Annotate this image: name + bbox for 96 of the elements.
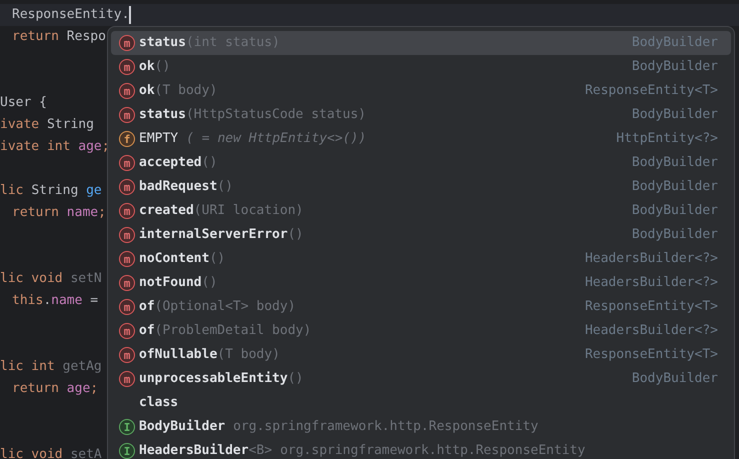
completion-name: created	[139, 202, 194, 220]
completion-item[interactable]: f EMPTY ( = new HttpEntity<>()) HttpEntity<?>	[111, 127, 731, 151]
return-type: BodyBuilder	[632, 202, 718, 220]
completion-item[interactable]: m of(ProblemDetail body) HeadersBuilder<?>	[111, 319, 731, 343]
completion-name: internalServerError	[139, 226, 288, 244]
package-path: org.springframework.http.ResponseEntity	[233, 418, 538, 436]
return-type: BodyBuilder	[632, 178, 718, 196]
field-icon: f	[119, 131, 135, 147]
return-type: HeadersBuilder<?>	[584, 250, 718, 268]
parameter-list: (URI location)	[194, 201, 304, 221]
parameter-list: ()	[202, 273, 218, 293]
package-path: org.springframework.http.ResponseEntity	[280, 442, 586, 459]
completion-name: of	[139, 322, 155, 340]
completion-item[interactable]: m unprocessableEntity() BodyBuilder	[111, 367, 731, 391]
type-parameter: <B>	[248, 442, 272, 459]
completion-item[interactable]: m ok(T body) ResponseEntity<T>	[111, 79, 731, 103]
completion-item[interactable]: I BodyBuilder org.springframework.http.ResponseEntity	[111, 415, 731, 439]
code-line: return name;	[12, 204, 106, 222]
return-type: BodyBuilder	[632, 58, 718, 76]
interface-icon: I	[119, 443, 135, 459]
completion-name: ofNullable	[139, 346, 218, 364]
completion-item[interactable]: m internalServerError() BodyBuilder	[111, 223, 731, 247]
method-icon: m	[119, 227, 135, 243]
completion-item[interactable]: m badRequest() BodyBuilder	[111, 175, 731, 199]
method-icon: m	[119, 59, 135, 75]
code-line: lic int getAg	[0, 358, 102, 376]
return-type: BodyBuilder	[632, 106, 718, 124]
completion-item[interactable]: m accepted() BodyBuilder	[111, 151, 731, 175]
method-icon: m	[119, 299, 135, 315]
code-line: User {	[0, 94, 47, 112]
completion-item[interactable]: I HeadersBuilder<B> org.springframework.http.ResponseEntity	[111, 439, 731, 459]
return-type: ResponseEntity<T>	[584, 298, 718, 316]
parameter-list: ()	[209, 249, 226, 269]
completion-name: class	[139, 394, 178, 412]
completion-name: HeadersBuilder	[139, 442, 249, 459]
return-type: BodyBuilder	[632, 226, 718, 244]
completion-name: ok	[139, 82, 155, 100]
method-icon: m	[119, 275, 135, 291]
method-icon: m	[119, 179, 135, 195]
method-icon: m	[119, 107, 135, 123]
parameter-list: ()	[202, 153, 218, 173]
completion-item[interactable]: m ok() BodyBuilder	[111, 55, 731, 79]
parameter-list: (T body)	[217, 345, 280, 365]
return-type: HttpEntity<?>	[616, 130, 718, 148]
completion-name: ok	[139, 58, 155, 76]
completion-name: status	[139, 34, 186, 52]
completion-name: BodyBuilder	[139, 418, 226, 436]
completion-name: noContent	[139, 250, 210, 268]
completion-item[interactable]: m created(URI location) BodyBuilder	[111, 199, 731, 223]
parameter-list: (T body)	[154, 81, 218, 101]
parameter-list: (Optional<T> body)	[154, 297, 296, 317]
method-icon: m	[119, 251, 135, 267]
return-type: HeadersBuilder<?>	[584, 322, 718, 340]
code-line: return age;	[12, 380, 98, 398]
code-line: lic void setA	[0, 446, 102, 459]
completion-name: notFound	[139, 274, 202, 292]
code-line: ivate int age;	[0, 138, 110, 156]
parameter-list: (ProblemDetail body)	[154, 321, 312, 341]
parameter-list: ( = new HttpEntity<>())	[186, 129, 366, 149]
completion-name: accepted	[139, 154, 202, 172]
return-type: BodyBuilder	[632, 370, 718, 388]
return-type: ResponseEntity<T>	[584, 82, 718, 100]
code-line: lic String ge	[0, 182, 102, 200]
return-type: HeadersBuilder<?>	[584, 274, 718, 292]
parameter-list: ()	[288, 225, 304, 245]
code-line: ResponseEntity.	[12, 6, 130, 24]
interface-icon: I	[119, 419, 135, 435]
completion-name: EMPTY	[139, 130, 178, 148]
code-line: lic void setN	[0, 270, 102, 288]
method-icon: m	[119, 323, 135, 339]
method-icon: m	[119, 347, 135, 363]
completion-item[interactable]: m of(Optional<T> body) ResponseEntity<T>	[111, 295, 731, 319]
method-icon: m	[119, 371, 135, 387]
completion-item[interactable]: m notFound() HeadersBuilder<?>	[111, 271, 731, 295]
code-line: return Respo	[12, 28, 106, 46]
code-line: this.name =	[12, 292, 98, 310]
return-type: BodyBuilder	[632, 154, 718, 172]
method-icon: m	[119, 35, 135, 51]
method-icon: m	[119, 203, 135, 219]
completion-item[interactable]: m status(HttpStatusCode status) BodyBuilder	[111, 103, 731, 127]
completion-item[interactable]: m noContent() HeadersBuilder<?>	[111, 247, 731, 271]
completion-name: status	[139, 106, 186, 124]
return-type: BodyBuilder	[632, 34, 718, 52]
completion-name: badRequest	[139, 178, 218, 196]
method-icon: m	[119, 83, 135, 99]
parameter-list: (HttpStatusCode status)	[186, 105, 366, 125]
parameter-list: ()	[154, 57, 170, 77]
completion-name: of	[139, 298, 155, 316]
completion-name: unprocessableEntity	[139, 370, 288, 388]
return-type: ResponseEntity<T>	[584, 346, 718, 364]
completion-item[interactable]: class	[111, 391, 731, 415]
method-icon: m	[119, 155, 135, 171]
parameter-list: ()	[288, 369, 304, 389]
completion-item[interactable]: m ofNullable(T body) ResponseEntity<T>	[111, 343, 731, 367]
code-line: ivate String	[0, 116, 94, 134]
parameter-list: ()	[217, 177, 233, 197]
